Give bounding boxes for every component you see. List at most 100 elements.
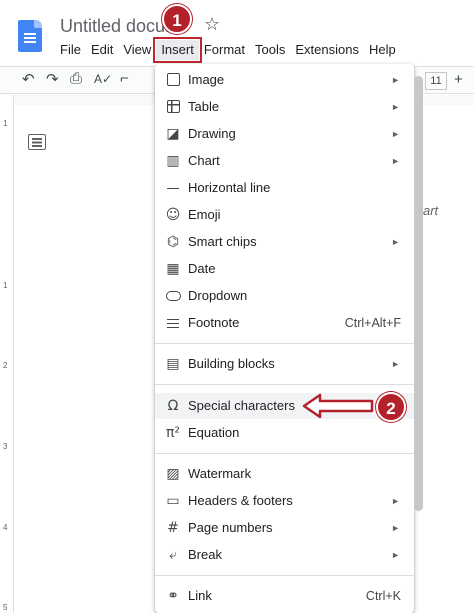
menu-item-label: Dropdown: [188, 288, 248, 303]
menu-item-label: Smart chips: [188, 234, 257, 249]
ruler-mark: 3: [3, 442, 8, 451]
ruler-mark: 5: [3, 603, 8, 612]
menu-help[interactable]: Help: [364, 40, 401, 60]
menu-item-equation[interactable]: π² Equation: [155, 420, 414, 446]
menu-view[interactable]: View: [118, 40, 156, 60]
ruler-mark: 1: [3, 119, 8, 128]
menu-item-headers-footers[interactable]: ▭ Headers & footers ►: [155, 488, 414, 514]
print-icon[interactable]: ⎙: [70, 70, 82, 87]
menu-scrollbar[interactable]: [414, 76, 423, 511]
date-icon: ▦: [166, 261, 180, 277]
menu-item-horizontal-line[interactable]: Horizontal line: [155, 175, 414, 201]
submenu-arrow-icon: ►: [391, 496, 400, 506]
menu-bar: File Edit View Insert Format Tools Exten…: [55, 37, 401, 63]
menu-item-page-numbers[interactable]: # Page numbers ►: [155, 515, 414, 541]
menu-item-date[interactable]: ▦ Date: [155, 256, 414, 282]
menu-edit[interactable]: Edit: [86, 40, 118, 60]
menu-item-label: Building blocks: [188, 356, 275, 371]
menu-tools[interactable]: Tools: [250, 40, 290, 60]
submenu-arrow-icon: ►: [391, 237, 400, 247]
table-icon: [165, 99, 181, 115]
document-title[interactable]: Untitled docum: [60, 16, 170, 37]
redo-icon[interactable]: ↷: [46, 70, 59, 88]
step-badge-1: 1: [162, 4, 192, 34]
drawing-icon: ◪: [166, 126, 180, 142]
emoji-icon: ☺: [165, 207, 181, 223]
hash-icon: #: [167, 520, 179, 536]
menu-item-table[interactable]: Table ►: [155, 94, 414, 120]
menu-item-label: Page numbers: [188, 520, 273, 535]
dropdown-icon: [165, 288, 181, 304]
menu-item-link[interactable]: ⚭ Link Ctrl+K: [155, 583, 414, 609]
menu-item-watermark[interactable]: ▨ Watermark: [155, 461, 414, 487]
pi-icon: π²: [165, 425, 181, 441]
ruler-mark: 1: [3, 281, 8, 290]
ruler-mark: 4: [3, 523, 8, 532]
submenu-arrow-icon: ►: [391, 102, 400, 112]
menu-file[interactable]: File: [55, 40, 86, 60]
menu-item-label: Date: [188, 261, 216, 276]
step-badge-2: 2: [376, 392, 406, 422]
menu-insert[interactable]: Insert: [153, 37, 202, 63]
menu-item-emoji[interactable]: ☺ Emoji: [155, 202, 414, 228]
submenu-arrow-icon: ►: [391, 129, 400, 139]
menu-item-smart-chips[interactable]: ⌬ Smart chips ►: [155, 229, 414, 255]
menu-format[interactable]: Format: [199, 40, 250, 60]
insert-menu: Image ► Table ► ◪ Drawing ► ▥ Chart ► Ho…: [155, 64, 414, 613]
document-outline-icon[interactable]: [28, 134, 46, 150]
menu-item-drawing[interactable]: ◪ Drawing ►: [155, 121, 414, 147]
image-icon: [165, 72, 181, 88]
omega-icon: Ω: [167, 398, 179, 414]
menu-item-label: Drawing: [188, 126, 236, 141]
building-blocks-icon: ▤: [166, 356, 180, 372]
docs-logo-icon[interactable]: [18, 20, 42, 52]
submenu-arrow-icon: ►: [391, 550, 400, 560]
menu-item-label: Horizontal line: [188, 180, 271, 195]
menu-item-label: Watermark: [188, 466, 252, 481]
menu-separator: [155, 575, 414, 576]
smart-chips-icon: ⌬: [166, 234, 180, 250]
font-size-input[interactable]: 11: [425, 72, 447, 90]
headers-footers-icon: ▭: [166, 493, 180, 509]
menu-item-label: Break: [188, 547, 222, 562]
annotation-arrow-icon: [302, 393, 374, 419]
submenu-arrow-icon: ►: [391, 523, 400, 533]
menu-item-footnote[interactable]: Footnote Ctrl+Alt+F: [155, 310, 414, 336]
spellcheck-icon[interactable]: A✓: [94, 72, 112, 86]
menu-item-label: Table: [188, 99, 220, 114]
menu-item-label: Equation: [188, 425, 240, 440]
submenu-arrow-icon: ►: [391, 75, 400, 85]
break-icon: ⤶: [169, 547, 177, 563]
page-text: art: [423, 203, 439, 218]
increase-font-size-button[interactable]: +: [454, 71, 463, 88]
horizontal-line-icon: [165, 180, 181, 196]
menu-item-label: Chart: [188, 153, 220, 168]
chart-icon: ▥: [166, 153, 180, 169]
footnote-icon: [165, 315, 181, 331]
menu-item-label: Emoji: [188, 207, 221, 222]
vertical-ruler: 1 1 2 3 4 5: [0, 95, 14, 613]
menu-item-label: Special characters: [188, 398, 295, 413]
submenu-arrow-icon: ►: [391, 359, 400, 369]
menu-item-label: Footnote: [188, 315, 240, 330]
star-icon[interactable]: ☆: [204, 14, 220, 35]
link-icon: ⚭: [167, 588, 179, 604]
shortcut-text: Ctrl+Alt+F: [344, 316, 401, 330]
paint-format-icon[interactable]: ⌐: [120, 70, 129, 87]
menu-item-break[interactable]: ⤶ Break ►: [155, 542, 414, 568]
menu-separator: [155, 343, 414, 344]
watermark-icon: ▨: [166, 466, 180, 482]
menu-item-building-blocks[interactable]: ▤ Building blocks ►: [155, 351, 414, 377]
submenu-arrow-icon: ►: [391, 156, 400, 166]
menu-separator: [155, 384, 414, 385]
ruler-mark: 2: [3, 361, 8, 370]
menu-item-chart[interactable]: ▥ Chart ►: [155, 148, 414, 174]
shortcut-text: Ctrl+K: [365, 589, 401, 603]
menu-item-dropdown[interactable]: Dropdown: [155, 283, 414, 309]
menu-item-image[interactable]: Image ►: [155, 67, 414, 93]
menu-item-label: Headers & footers: [188, 493, 293, 508]
menu-separator: [155, 453, 414, 454]
menu-item-label: Image: [188, 72, 225, 87]
menu-extensions[interactable]: Extensions: [290, 40, 364, 60]
undo-icon[interactable]: ↶: [22, 70, 35, 88]
